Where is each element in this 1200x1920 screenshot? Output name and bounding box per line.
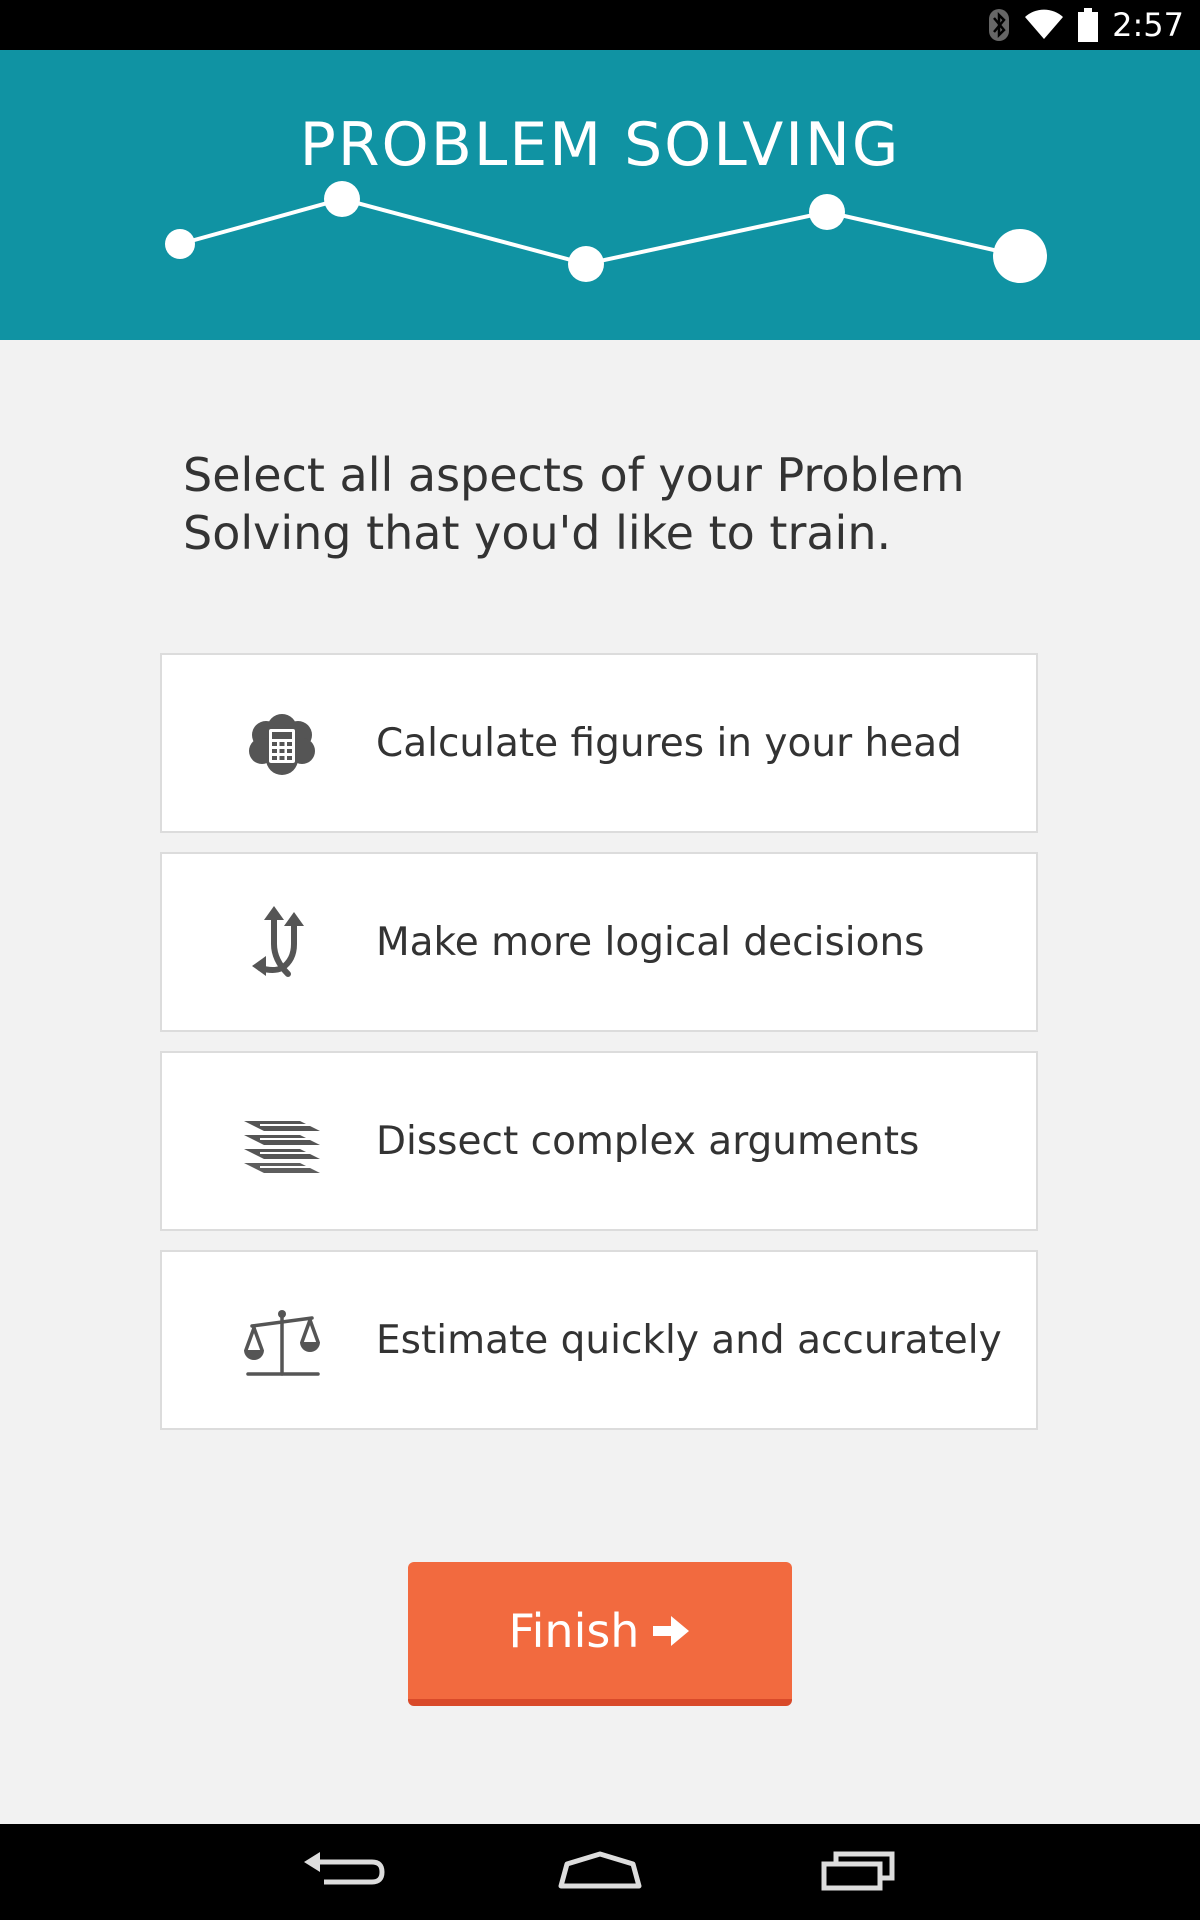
option-logical-decisions[interactable]: Make more logical decisions [160,852,1038,1032]
bluetooth-icon [989,9,1010,41]
option-label: Estimate quickly and accurately [376,1317,1002,1363]
progress-node-3 [568,246,604,282]
option-estimate[interactable]: Estimate quickly and accurately [160,1250,1038,1430]
finish-button[interactable]: Finish [408,1562,792,1706]
wifi-icon [1025,9,1064,39]
home-icon[interactable] [555,1842,645,1902]
calculator-cloud-icon [249,714,315,775]
progress-node-2 [324,181,360,217]
recents-icon[interactable] [812,1842,902,1902]
option-label: Calculate figures in your head [376,720,962,766]
split-arrows-icon [252,906,304,977]
status-icons: 2:57 [988,6,1184,44]
status-bar: 2:57 [0,0,1200,50]
progress-graph [165,181,1047,283]
header: PROBLEM SOLVING [0,50,1200,340]
instruction-line-1: Select all aspects of your Problem [183,448,965,502]
scales-icon [244,1310,320,1376]
instruction-text: Select all aspects of your Problem Solvi… [183,446,1023,562]
option-dissect-arguments[interactable]: Dissect complex arguments [160,1051,1038,1231]
finish-label: Finish [508,1603,640,1658]
battery-icon [1078,8,1099,42]
progress-node-1 [165,229,195,259]
option-calculate[interactable]: Calculate figures in your head [160,653,1038,833]
option-label: Make more logical decisions [376,919,925,965]
arrow-right-icon [653,1615,690,1646]
option-label: Dissect complex arguments [376,1118,920,1164]
progress-node-5 [993,229,1047,283]
instruction-line-2: Solving that you'd like to train. [183,506,892,560]
progress-node-4 [809,194,845,230]
back-icon[interactable] [298,1842,388,1902]
nav-bar [0,1824,1200,1920]
status-time: 2:57 [1112,6,1184,44]
layers-icon [244,1121,320,1173]
